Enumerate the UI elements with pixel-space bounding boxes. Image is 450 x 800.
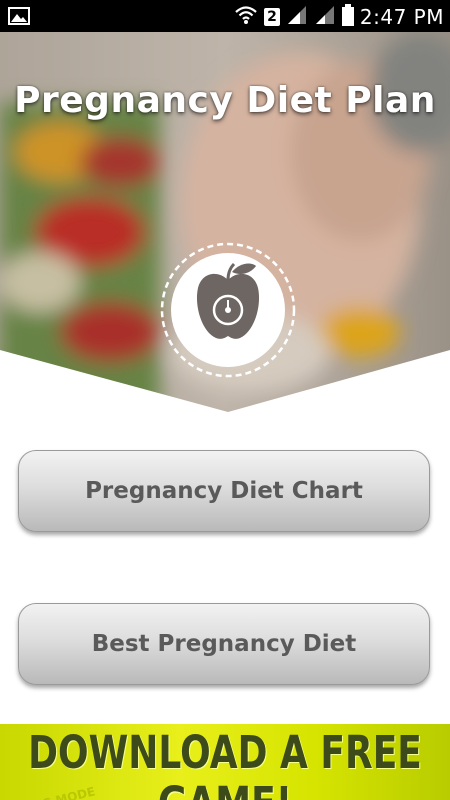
app-title: Pregnancy Diet Plan — [14, 80, 436, 121]
pregnancy-diet-chart-button[interactable]: Pregnancy Diet Chart — [18, 450, 430, 532]
image-notification-icon — [8, 7, 30, 29]
clock: 2:47 PM — [359, 5, 444, 29]
sim-badge: 2 — [264, 8, 280, 26]
wifi-icon — [234, 4, 258, 30]
signal-icon — [314, 5, 336, 29]
apple-scale-icon — [158, 240, 298, 380]
button-label: Best Pregnancy Diet — [91, 631, 357, 657]
status-bar: 2 2:47 PM — [0, 0, 450, 32]
button-label: Pregnancy Diet Chart — [85, 478, 363, 504]
ad-banner-text: DOWNLOAD A FREE GAME! — [28, 727, 422, 800]
signal-icon — [286, 5, 308, 29]
ad-banner[interactable]: TESTING MODE DOWNLOAD A FREE GAME! — [0, 724, 450, 800]
battery-icon — [341, 4, 354, 30]
best-pregnancy-diet-button[interactable]: Best Pregnancy Diet — [18, 603, 430, 685]
